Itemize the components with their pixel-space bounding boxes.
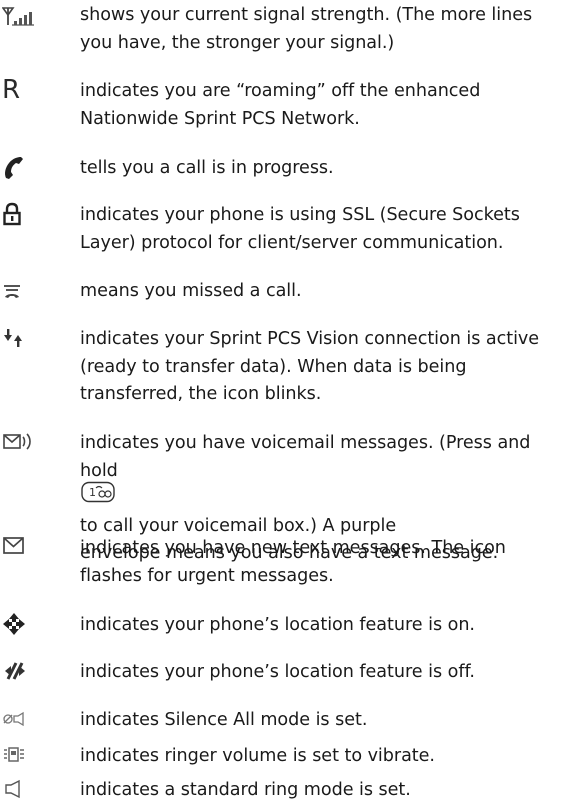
entry-line: indicates ringer volume is set to vibrat… (80, 746, 435, 766)
status-icons-page: shows your current signal strength. (The… (0, 0, 579, 800)
voicemail-icon (0, 428, 42, 456)
voicemail-key-icon: 1 (81, 481, 575, 513)
entry-line: shows your current signal strength. (The… (80, 5, 533, 25)
entry-line: indicates you have new text messages. Th… (80, 538, 506, 558)
ring-mode-icon (0, 775, 42, 803)
entry-line: transferred, the icon blinks. (80, 384, 322, 404)
entry-line: Nationwide Sprint PCS Network. (80, 108, 360, 129)
entry-line: (ready to transfer data). When data is b… (80, 356, 467, 377)
entry-text: indicates your Sprint PCS Vision connect… (80, 326, 576, 409)
call-in-progress-icon (0, 154, 42, 182)
entry-text: indicates a standard ring mode is set. (80, 777, 576, 805)
entry-text: indicates Silence All mode is set. (80, 707, 576, 735)
entry-line: indicates you have voicemail messages. (… (80, 433, 531, 453)
svg-text:1: 1 (89, 486, 96, 499)
entry-text: means you missed a call. (80, 278, 576, 306)
entry-line: indicates your phone is using SSL (Secur… (80, 205, 520, 225)
vision-connection-icon (0, 324, 42, 352)
silence-all-icon (0, 705, 42, 733)
entry-line: tells you a call is in progress. (80, 158, 334, 178)
entry-text: indicates your phone is using SSL (Secur… (80, 202, 576, 257)
entry-line: indicates your phone’s location feature … (80, 615, 475, 635)
entry-line: indicates you are “roaming” off the enha… (80, 81, 481, 101)
entry-line: indicates your phone’s location feature … (80, 662, 475, 682)
entry-text: indicates your phone’s location feature … (80, 659, 576, 687)
signal-strength-icon (0, 2, 42, 30)
entry-text: indicates your phone’s location feature … (80, 612, 576, 640)
roaming-icon: R (0, 76, 42, 104)
entry-text: tells you a call is in progress. (80, 155, 576, 183)
vibrate-icon (0, 741, 42, 769)
missed-call-icon (0, 277, 42, 305)
roaming-icon-glyph: R (2, 75, 21, 105)
entry-line: you have, the stronger your signal.) (80, 32, 395, 53)
entry-text: shows your current signal strength. (The… (80, 2, 576, 57)
entry-text: indicates you are “roaming” off the enha… (80, 78, 576, 133)
lock-ssl-icon (0, 200, 42, 228)
envelope-icon (0, 532, 42, 560)
entry-line: hold 1 to call your voicemail box.) A pu… (80, 458, 576, 541)
entry-line: indicates a standard ring mode is set. (80, 780, 411, 800)
entry-line: Layer) protocol for client/server commun… (80, 232, 504, 253)
entry-line: means you missed a call. (80, 281, 302, 301)
entry-line: indicates Silence All mode is set. (80, 710, 368, 730)
entry-text: indicates ringer volume is set to vibrat… (80, 743, 576, 771)
entry-line-part: hold (80, 460, 118, 481)
entry-text: indicates you have new text messages. Th… (80, 535, 576, 590)
entry-line-part: to call your voicemail box.) A purple (80, 515, 397, 536)
location-on-icon (0, 610, 42, 638)
location-off-icon (0, 657, 42, 685)
entry-line: indicates your Sprint PCS Vision connect… (80, 329, 540, 349)
entry-line: flashes for urgent messages. (80, 565, 334, 586)
